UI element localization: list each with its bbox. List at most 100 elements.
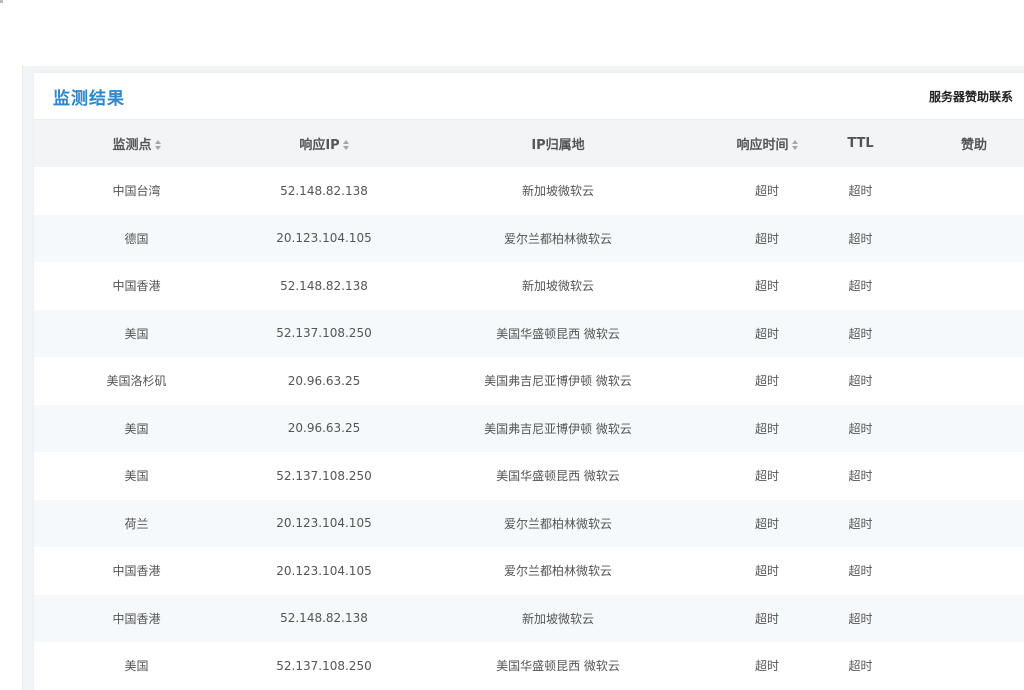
cell-sponsor (894, 309, 1024, 357)
sort-icon[interactable] (791, 139, 798, 150)
cell-response-time: 超时 (707, 167, 827, 215)
table-row: 荷兰 20.123.104.105 爱尔兰都柏林微软云 超时 超时 (34, 499, 1024, 547)
cell-location: 荷兰 (34, 499, 239, 547)
cell-location: 美国 (34, 452, 239, 500)
cell-ttl: 超时 (827, 499, 894, 547)
table-header-row: 监测点 响应IP IP归属地 响应时间 TTL 赞助 (34, 120, 1024, 167)
cell-ip[interactable]: 52.137.108.250 (239, 452, 409, 500)
table-row: 美国洛杉矶 20.96.63.25 美国弗吉尼亚博伊顿 微软云 超时 超时 (34, 357, 1024, 405)
cell-response-time: 超时 (707, 594, 827, 642)
cell-sponsor (894, 642, 1024, 690)
cell-ip[interactable]: 52.137.108.250 (239, 309, 409, 357)
cell-ip-location: 美国弗吉尼亚博伊顿 微软云 (409, 357, 707, 405)
cell-ip-location: 新加坡微软云 (409, 594, 707, 642)
column-header-label: TTL (847, 136, 874, 151)
column-header-response-time[interactable]: 响应时间 (707, 120, 827, 167)
sponsor-contact-link[interactable]: 服务器赞助联系 (929, 88, 1013, 105)
cell-ip-location: 美国华盛顿昆西 微软云 (409, 452, 707, 500)
cell-sponsor (894, 499, 1024, 547)
cell-ip-location: 爱尔兰都柏林微软云 (409, 499, 707, 547)
cell-sponsor (894, 594, 1024, 642)
column-header-label: IP归属地 (531, 138, 585, 153)
cell-ip-location: 美国华盛顿昆西 微软云 (409, 309, 707, 357)
cell-ip[interactable]: 52.137.108.250 (239, 642, 409, 690)
cell-response-time: 超时 (707, 214, 827, 262)
results-panel: 监测结果 服务器赞助联系 监测点 响应IP IP归属地 响应时间 TTL 赞助 … (34, 73, 1024, 690)
cell-response-time: 超时 (707, 262, 827, 310)
cell-ip-location: 美国弗吉尼亚博伊顿 微软云 (409, 404, 707, 452)
cell-ip-location: 爱尔兰都柏林微软云 (409, 214, 707, 262)
cell-ip[interactable]: 52.148.82.138 (239, 167, 409, 215)
cell-ip-location: 新加坡微软云 (409, 262, 707, 310)
cell-response-time: 超时 (707, 547, 827, 595)
sort-icon[interactable] (342, 139, 349, 150)
cell-ip[interactable]: 52.148.82.138 (239, 594, 409, 642)
cell-ttl: 超时 (827, 547, 894, 595)
cell-ttl: 超时 (827, 642, 894, 690)
cell-location: 中国香港 (34, 262, 239, 310)
cell-ip[interactable]: 52.148.82.138 (239, 262, 409, 310)
cell-ttl: 超时 (827, 404, 894, 452)
column-header-location[interactable]: 监测点 (34, 120, 239, 167)
panel-header: 监测结果 服务器赞助联系 (34, 73, 1024, 120)
column-header-label: 监测点 (112, 138, 152, 153)
cell-ip[interactable]: 20.123.104.105 (239, 547, 409, 595)
cell-location: 中国台湾 (34, 167, 239, 215)
cell-location: 美国 (34, 309, 239, 357)
cell-location: 美国 (34, 404, 239, 452)
sort-icon[interactable] (154, 139, 161, 150)
cell-sponsor (894, 262, 1024, 310)
cell-ttl: 超时 (827, 309, 894, 357)
cell-location: 美国 (34, 642, 239, 690)
cell-ip[interactable]: 20.123.104.105 (239, 214, 409, 262)
table-row: 中国香港 52.148.82.138 新加坡微软云 超时 超时 (34, 262, 1024, 310)
cell-response-time: 超时 (707, 499, 827, 547)
table-row: 美国 52.137.108.250 美国华盛顿昆西 微软云 超时 超时 (34, 309, 1024, 357)
cell-ttl: 超时 (827, 357, 894, 405)
page: 监测结果 服务器赞助联系 监测点 响应IP IP归属地 响应时间 TTL 赞助 … (0, 0, 1024, 690)
table-row: 中国香港 52.148.82.138 新加坡微软云 超时 超时 (34, 594, 1024, 642)
cell-ttl: 超时 (827, 594, 894, 642)
cell-ip[interactable]: 20.96.63.25 (239, 404, 409, 452)
cell-response-time: 超时 (707, 357, 827, 405)
table-row: 中国香港 20.123.104.105 爱尔兰都柏林微软云 超时 超时 (34, 547, 1024, 595)
table-row: 美国 20.96.63.25 美国弗吉尼亚博伊顿 微软云 超时 超时 (34, 404, 1024, 452)
column-header-sponsor: 赞助 (894, 120, 1024, 167)
cell-response-time: 超时 (707, 309, 827, 357)
table-row: 德国 20.123.104.105 爱尔兰都柏林微软云 超时 超时 (34, 214, 1024, 262)
column-header-label: 响应IP (299, 138, 340, 153)
cell-ip[interactable]: 20.123.104.105 (239, 499, 409, 547)
cell-sponsor (894, 452, 1024, 500)
results-table-body: 中国台湾 52.148.82.138 新加坡微软云 超时 超时 德国 20.12… (34, 167, 1024, 690)
column-header-ip-location: IP归属地 (409, 120, 707, 167)
cell-sponsor (894, 357, 1024, 405)
cell-location: 美国洛杉矶 (34, 357, 239, 405)
cell-response-time: 超时 (707, 642, 827, 690)
cell-ttl: 超时 (827, 452, 894, 500)
table-row: 美国 52.137.108.250 美国华盛顿昆西 微软云 超时 超时 (34, 452, 1024, 500)
cell-response-time: 超时 (707, 452, 827, 500)
table-row: 美国 52.137.108.250 美国华盛顿昆西 微软云 超时 超时 (34, 642, 1024, 690)
cell-ip-location: 美国华盛顿昆西 微软云 (409, 642, 707, 690)
corner-mark (0, 0, 3, 3)
column-header-ip[interactable]: 响应IP (239, 120, 409, 167)
cell-response-time: 超时 (707, 404, 827, 452)
column-header-label: 响应时间 (736, 138, 789, 153)
cell-ip-location: 爱尔兰都柏林微软云 (409, 547, 707, 595)
cell-location: 中国香港 (34, 594, 239, 642)
cell-ttl: 超时 (827, 214, 894, 262)
cell-ttl: 超时 (827, 167, 894, 215)
cell-location: 德国 (34, 214, 239, 262)
cell-ip-location: 新加坡微软云 (409, 167, 707, 215)
cell-sponsor (894, 404, 1024, 452)
cell-sponsor (894, 547, 1024, 595)
panel-title: 监测结果 (53, 89, 125, 109)
cell-sponsor (894, 167, 1024, 215)
column-header-label: 赞助 (960, 138, 987, 153)
column-header-ttl: TTL (827, 120, 894, 167)
cell-location: 中国香港 (34, 547, 239, 595)
cell-sponsor (894, 214, 1024, 262)
table-row: 中国台湾 52.148.82.138 新加坡微软云 超时 超时 (34, 167, 1024, 215)
cell-ip[interactable]: 20.96.63.25 (239, 357, 409, 405)
cell-ttl: 超时 (827, 262, 894, 310)
